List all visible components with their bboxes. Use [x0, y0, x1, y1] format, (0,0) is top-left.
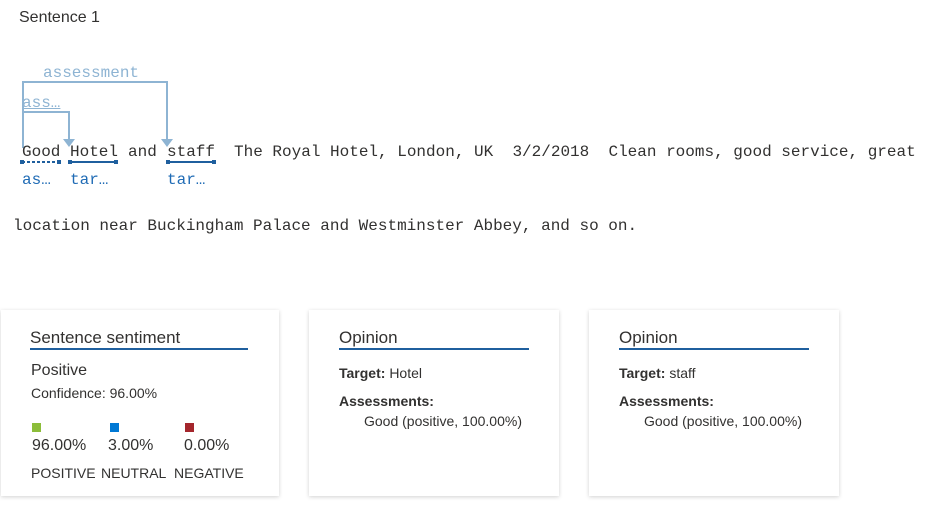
- card-title: Opinion: [339, 328, 398, 347]
- target-value: Hotel: [389, 365, 422, 381]
- neutral-swatch: [110, 423, 119, 432]
- target-label: Target:: [619, 365, 666, 381]
- card-title-rule: [30, 348, 248, 350]
- dependency-arcs: [20, 81, 216, 164]
- target-label: Target:: [339, 365, 386, 381]
- tag-hotel: tar…: [70, 171, 109, 189]
- target-row: Target: Hotel: [339, 365, 422, 381]
- card-title: Opinion: [619, 328, 678, 347]
- positive-label: POSITIVE: [31, 465, 96, 481]
- positive-score: 96.00%: [32, 437, 87, 454]
- assessment-value: Good (positive, 100.00%): [644, 413, 802, 429]
- token-staff[interactable]: staff: [167, 143, 215, 161]
- tag-good: as…: [22, 171, 51, 189]
- arc-long: [22, 81, 168, 148]
- confidence-text: Confidence: 96.00%: [31, 385, 158, 401]
- tag-staff: tar…: [167, 171, 206, 189]
- positive-swatch: [32, 423, 41, 432]
- arc-long-label: assessment: [43, 64, 140, 82]
- target-value: staff: [669, 365, 696, 381]
- neutral-score: 3.00%: [108, 437, 154, 454]
- card-title-rule: [619, 348, 809, 350]
- assessment-value: Good (positive, 100.00%): [364, 413, 522, 429]
- arc-short-label: ass…: [22, 94, 61, 112]
- negative-swatch: [185, 423, 194, 432]
- target-row: Target: staff: [619, 365, 696, 381]
- token-good[interactable]: Good: [22, 143, 60, 161]
- sentence-text-line2: location near Buckingham Palace and West…: [13, 217, 638, 235]
- card-title: Sentence sentiment: [30, 328, 181, 347]
- negative-label: NEGATIVE: [174, 465, 244, 481]
- neutral-label: NEUTRAL: [101, 465, 167, 481]
- card-title-rule: [339, 348, 529, 350]
- assessments-label: Assessments:: [339, 393, 434, 409]
- sentiment-label: Positive: [31, 362, 88, 379]
- token-and: and: [128, 143, 157, 161]
- opinion-card-staff: Opinion Target: staff Assessments: Good …: [589, 310, 839, 496]
- opinion-card-hotel: Opinion Target: Hotel Assessments: Good …: [309, 310, 559, 496]
- assessments-label: Assessments:: [619, 393, 714, 409]
- sentence-sentiment-card: Sentence sentiment Positive Confidence: …: [1, 310, 279, 496]
- token-hotel[interactable]: Hotel: [70, 143, 118, 161]
- sentence-text-line1: The Royal Hotel, London, UK 3/2/2018 Cle…: [234, 143, 916, 161]
- negative-score: 0.00%: [184, 437, 230, 454]
